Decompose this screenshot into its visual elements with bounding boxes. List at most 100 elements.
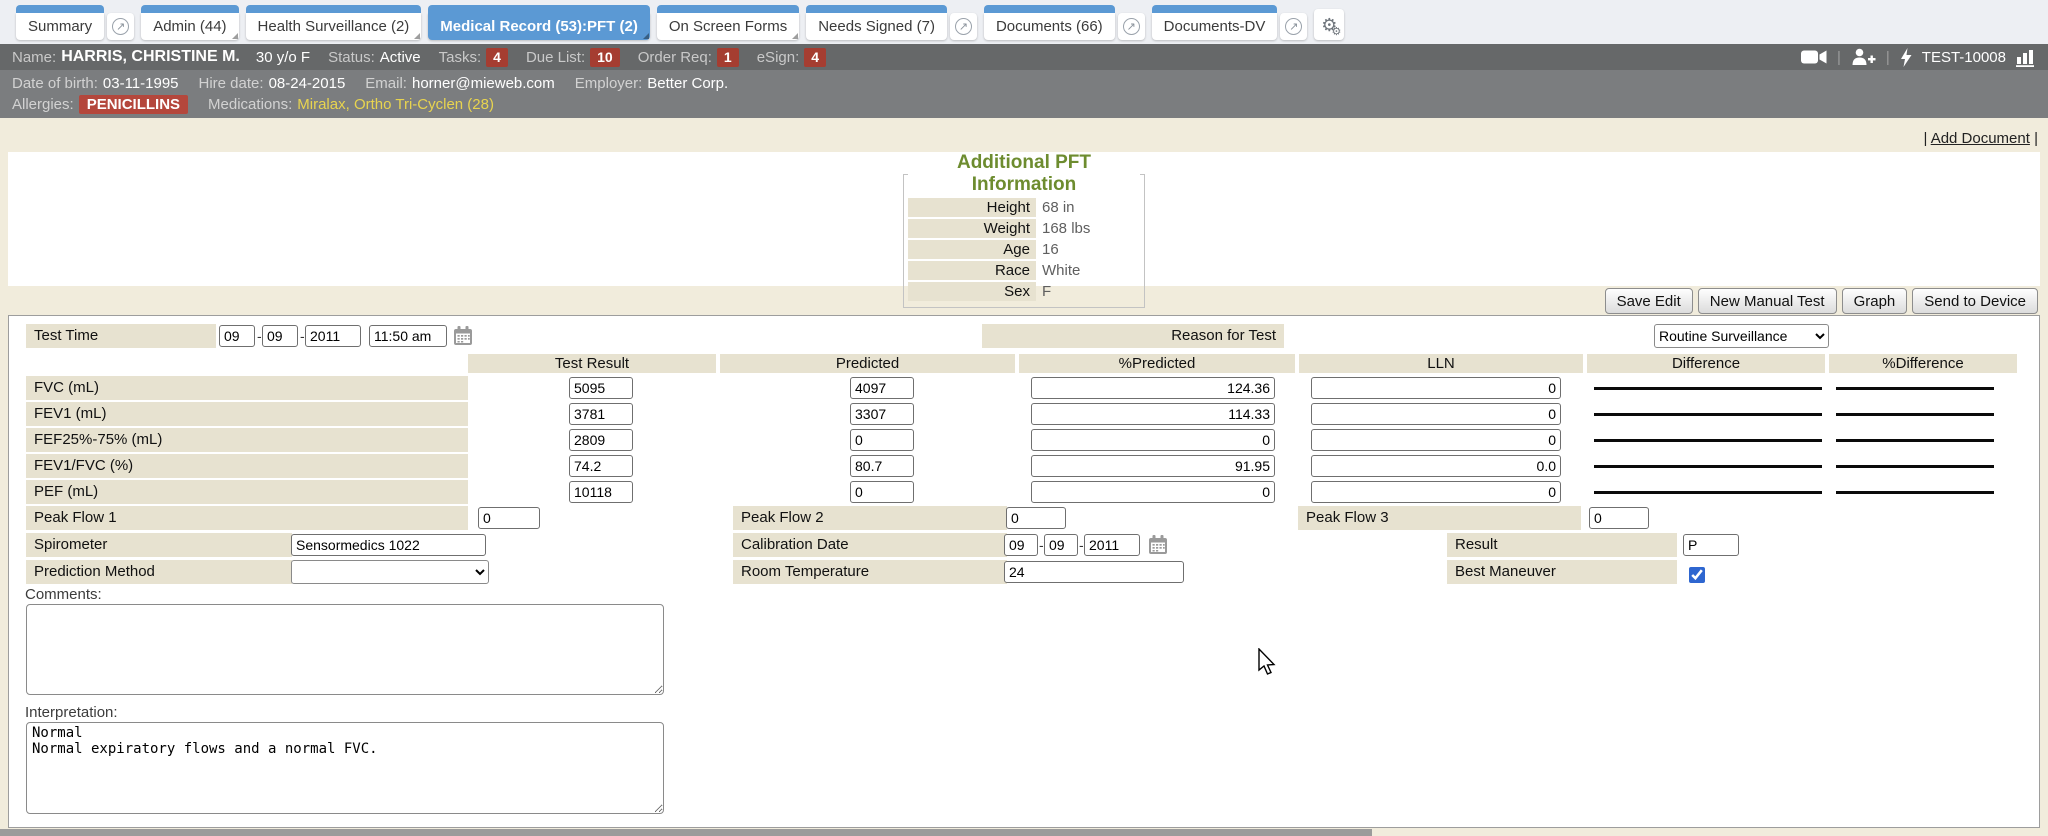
calibration-calendar-icon[interactable] — [1147, 534, 1169, 556]
test-time-month-input[interactable] — [219, 325, 255, 347]
test-time-calendar-icon[interactable] — [452, 325, 474, 347]
reason-for-test-label: Reason for Test — [982, 324, 1284, 348]
predicted-input[interactable] — [850, 455, 914, 477]
test-time-time-input[interactable] — [369, 325, 447, 347]
pft-info-label-sex: Sex — [908, 282, 1036, 301]
name-label: Name: — [12, 49, 56, 66]
peak-flow-1-input[interactable] — [478, 507, 540, 529]
peak-flow-2-input[interactable] — [1006, 507, 1066, 529]
calibration-year-input[interactable] — [1084, 534, 1140, 556]
esign-label: eSign: — [757, 49, 800, 66]
save-edit-button[interactable]: Save Edit — [1605, 288, 1693, 314]
test-result-input[interactable] — [569, 481, 633, 503]
comments-textarea[interactable] — [26, 604, 664, 695]
tab-menu-corner-icon — [643, 33, 649, 39]
status-label: Status: — [328, 49, 375, 66]
reason-for-test-select[interactable]: Routine Surveillance — [1654, 324, 1829, 348]
calibration-date-label: Calibration Date — [733, 533, 1007, 557]
tab-documents[interactable]: Documents (66) — [984, 13, 1115, 40]
dob-label: Date of birth: — [12, 73, 98, 94]
date-dash: - — [1039, 537, 1044, 553]
tab-admin[interactable]: Admin (44) — [141, 13, 238, 40]
test-result-input[interactable] — [569, 429, 633, 451]
lln-input[interactable] — [1311, 403, 1561, 425]
pct-predicted-input[interactable] — [1031, 481, 1275, 503]
column-header-difference: Difference — [1587, 354, 1825, 373]
difference-line — [1594, 491, 1822, 494]
medications-value[interactable]: Miralax, Ortho Tri-Cyclen (28) — [297, 94, 494, 115]
pft-medical-record-page: Summary ↗ Admin (44) Health Surveillance… — [0, 0, 2048, 836]
lln-input[interactable] — [1311, 455, 1561, 477]
tab-popout-button[interactable]: ↗ — [1280, 13, 1307, 40]
predicted-input[interactable] — [850, 403, 914, 425]
esign-badge[interactable]: 4 — [804, 48, 826, 67]
test-result-input[interactable] — [569, 403, 633, 425]
test-result-input[interactable] — [569, 455, 633, 477]
peak-flow-3-input[interactable] — [1589, 507, 1649, 529]
due-list-badge[interactable]: 10 — [590, 48, 620, 67]
column-header--predicted: %Predicted — [1019, 354, 1295, 373]
pct-predicted-input[interactable] — [1031, 429, 1275, 451]
tab-health-surveillance[interactable]: Health Surveillance (2) — [246, 13, 422, 40]
tab-documents-dv[interactable]: Documents-DV — [1152, 13, 1278, 40]
tab-popout-button[interactable]: ↗ — [950, 13, 977, 40]
employer-value: Better Corp. — [647, 73, 728, 94]
date-dash: - — [1079, 537, 1084, 553]
tab-popout-button[interactable]: ↗ — [1118, 13, 1145, 40]
pft-info-row: Height 68 in — [908, 198, 1140, 217]
tab-needs-signed[interactable]: Needs Signed (7) — [806, 13, 947, 40]
tab-popout-button[interactable]: ↗ — [107, 13, 134, 40]
tab-summary[interactable]: Summary — [16, 13, 104, 40]
pft-info-rows: Height 68 in Weight 168 lbs Age 16 Race … — [908, 198, 1140, 301]
pft-info-title: Additional PFT Information — [908, 152, 1140, 196]
add-person-icon[interactable] — [1851, 48, 1876, 66]
graph-button[interactable]: Graph — [1842, 288, 1908, 314]
pft-info-value-weight: 168 lbs — [1036, 219, 1090, 238]
best-maneuver-checkbox[interactable] — [1689, 567, 1705, 583]
order-req-badge[interactable]: 1 — [717, 48, 739, 67]
pft-info-box: Additional PFT Information Height 68 in … — [903, 152, 1145, 308]
interpretation-textarea[interactable]: Normal Normal expiratory flows and a nor… — [26, 722, 664, 814]
column-header--difference: %Difference — [1829, 354, 2017, 373]
room-temperature-input[interactable] — [1004, 561, 1184, 583]
pct-predicted-input[interactable] — [1031, 403, 1275, 425]
horizontal-scrollbar-thumb[interactable] — [0, 829, 1372, 836]
difference-line — [1594, 413, 1822, 416]
bar-chart-icon[interactable] — [2016, 48, 2036, 67]
calibration-month-input[interactable] — [1004, 534, 1038, 556]
test-time-day-input[interactable] — [262, 325, 298, 347]
prediction-method-select[interactable] — [291, 560, 489, 584]
test-time-year-input[interactable] — [305, 325, 361, 347]
predicted-input[interactable] — [850, 377, 914, 399]
lln-input[interactable] — [1311, 429, 1561, 451]
room-temperature-label: Room Temperature — [733, 560, 1007, 584]
interpretation-label: Interpretation: — [25, 704, 118, 721]
tasks-label: Tasks: — [439, 49, 482, 66]
tab-medical-record-pft[interactable]: Medical Record (53):PFT (2) — [428, 13, 650, 40]
column-header-predicted: Predicted — [720, 354, 1015, 373]
popout-arrow-icon: ↗ — [955, 18, 972, 35]
tasks-badge[interactable]: 4 — [486, 48, 508, 67]
add-document-link[interactable]: Add Document — [1931, 130, 2030, 147]
lln-input[interactable] — [1311, 481, 1561, 503]
tab-settings-button[interactable]: ⚙ ⚙ — [1314, 9, 1344, 40]
calibration-day-input[interactable] — [1044, 534, 1078, 556]
test-result-input[interactable] — [569, 377, 633, 399]
gear-small-icon: ⚙ — [1332, 27, 1342, 38]
popout-arrow-icon: ↗ — [112, 18, 129, 35]
send-to-device-button[interactable]: Send to Device — [1912, 288, 2038, 314]
new-manual-test-button[interactable]: New Manual Test — [1698, 288, 1837, 314]
difference-line — [1594, 387, 1822, 390]
allergy-badge[interactable]: PENICILLINS — [79, 95, 188, 114]
spirometer-input[interactable] — [291, 534, 486, 556]
medications-label: Medications: — [208, 94, 292, 115]
lightning-bolt-icon[interactable] — [1900, 48, 1912, 67]
result-input[interactable] — [1683, 534, 1739, 556]
video-camera-icon[interactable] — [1801, 49, 1827, 65]
predicted-input[interactable] — [850, 429, 914, 451]
tab-on-screen-forms[interactable]: On Screen Forms — [657, 13, 799, 40]
lln-input[interactable] — [1311, 377, 1561, 399]
pct-predicted-input[interactable] — [1031, 455, 1275, 477]
predicted-input[interactable] — [850, 481, 914, 503]
pct-predicted-input[interactable] — [1031, 377, 1275, 399]
